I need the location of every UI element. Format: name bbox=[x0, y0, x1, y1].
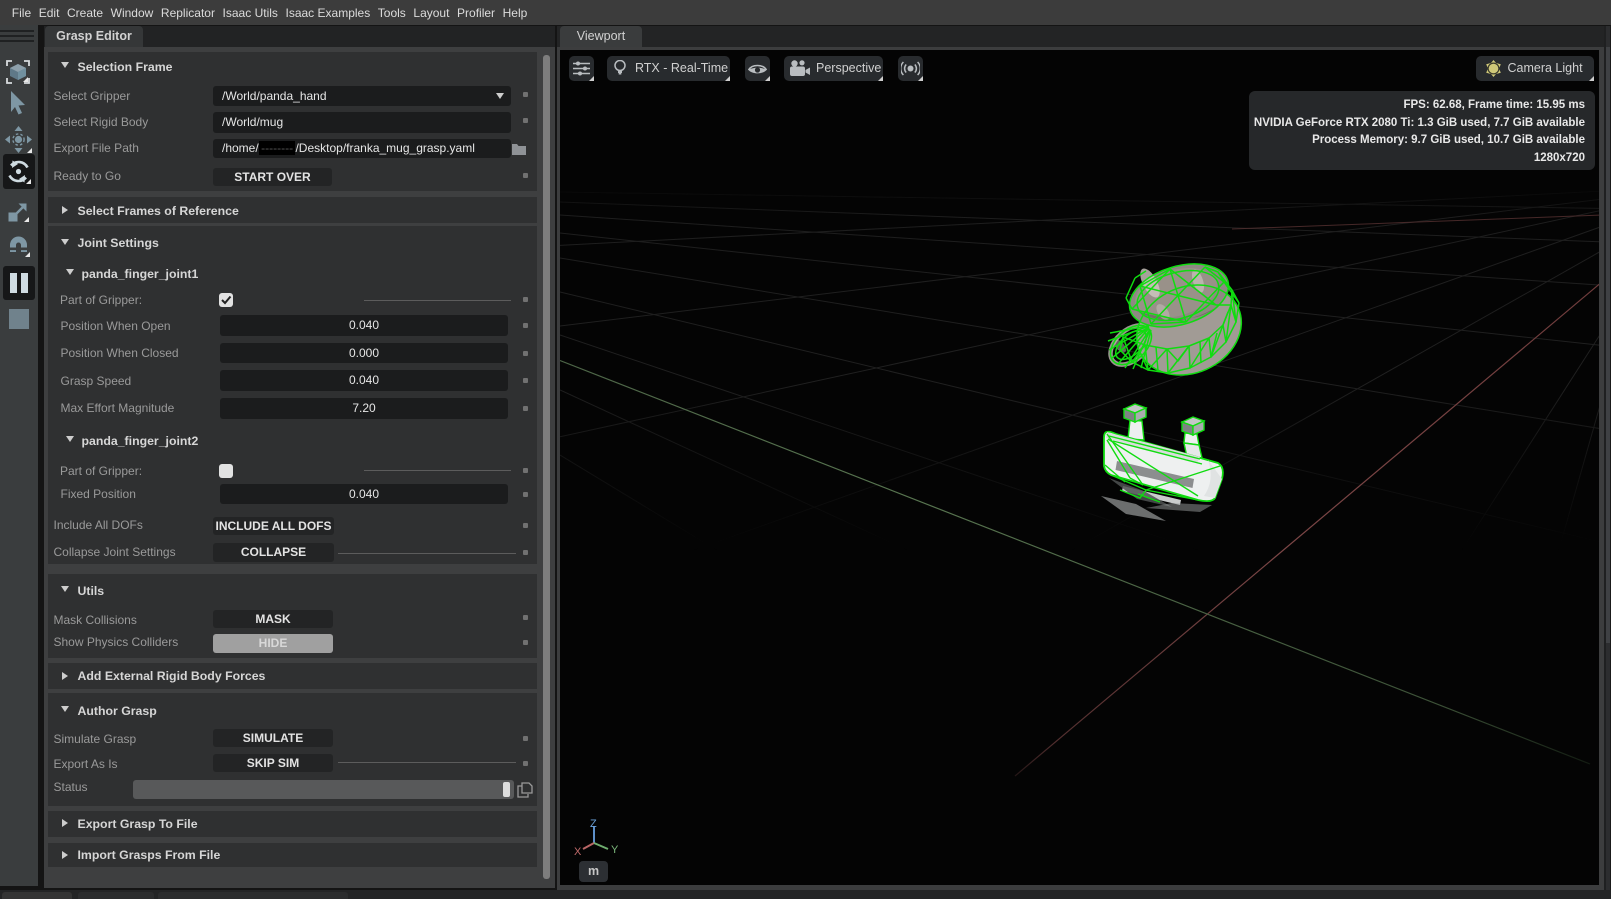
svg-text:Z: Z bbox=[590, 818, 597, 830]
svg-text:Y: Y bbox=[611, 844, 619, 856]
svg-text:X: X bbox=[574, 846, 582, 858]
